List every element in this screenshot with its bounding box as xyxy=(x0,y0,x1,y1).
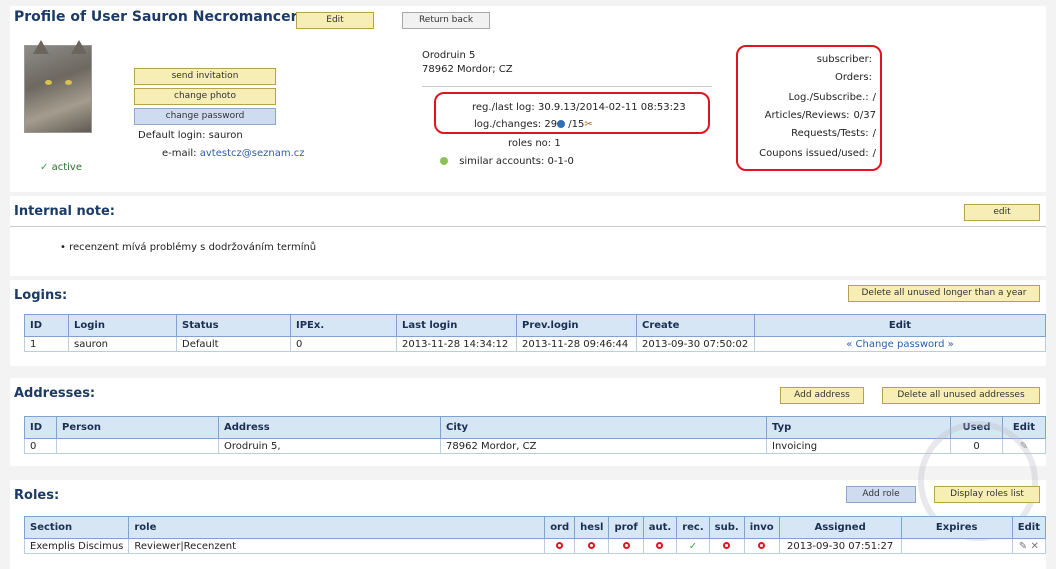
table-row: Exemplis Discimus Reviewer|Recenzent ✓ 2… xyxy=(23,538,1047,554)
stat-label: Requests/Tests: xyxy=(791,128,869,139)
stat-label: Coupons issued/used: xyxy=(759,148,869,159)
send-invitation-button[interactable]: send invitation xyxy=(134,68,276,85)
roles-panel: Roles: Add role Display roles list Secti… xyxy=(10,421,1047,569)
table-header-row: Section role ord hesl prof aut. rec. sub… xyxy=(23,516,1047,539)
check-icon: ✓ xyxy=(40,162,49,173)
stat-row: Orders: xyxy=(835,72,876,83)
add-address-button[interactable]: Add address xyxy=(780,387,864,404)
reg-last-log-row: reg./last log: 30.9.13/2014-02-11 08:53:… xyxy=(472,102,686,113)
stat-value: / xyxy=(872,148,876,159)
no-permission-icon xyxy=(622,541,630,549)
table-row: 0 Orodruin 5, 78962 Mordor, CZ Invoicing… xyxy=(24,438,1046,454)
similar-accounts-icon xyxy=(440,157,448,165)
roles-title: Roles: xyxy=(14,488,60,503)
stat-row: subscriber: xyxy=(817,54,876,65)
log-changes-row: log./changes: 29 /15✂ xyxy=(474,119,593,130)
change-password-link[interactable]: « Change password » xyxy=(754,336,1046,352)
check-icon: ✓ xyxy=(688,540,698,552)
status-label: active xyxy=(51,162,82,173)
similar-accounts-row: similar accounts: 0-1-0 xyxy=(440,156,574,167)
pencil-icon[interactable]: ✎ xyxy=(1019,541,1027,552)
no-permission-icon xyxy=(656,541,664,549)
page-title: Profile of User Sauron Necromancer xyxy=(14,9,298,25)
status-badge: ✓ active xyxy=(40,162,82,173)
stat-label: subscriber: xyxy=(816,54,872,65)
stat-row: Requests/Tests: / xyxy=(791,128,876,139)
add-role-button[interactable]: Add role xyxy=(846,486,916,503)
logins-table: ID Login Status IPEx. Last login Prev.lo… xyxy=(24,314,1046,352)
addresses-panel: Addresses: Add address Delete all unused… xyxy=(10,378,1046,466)
table-row: 1 sauron Default 0 2013-11-28 14:34:12 2… xyxy=(24,336,1046,352)
display-roles-list-button[interactable]: Display roles list xyxy=(934,486,1040,503)
stat-value: / xyxy=(872,128,876,139)
no-permission-icon xyxy=(588,541,596,549)
stat-value: / xyxy=(872,92,876,103)
delete-icon[interactable]: ✕ xyxy=(1030,541,1038,552)
stat-label: Orders: xyxy=(835,72,872,83)
table-header-row: ID Login Status IPEx. Last login Prev.lo… xyxy=(24,314,1046,337)
edit-profile-button[interactable]: Edit xyxy=(296,12,374,29)
note-divider xyxy=(10,226,1046,227)
note-item: • recenzent mívá problémy s dodržováním … xyxy=(60,242,317,253)
roles-no-row: roles no: 1 xyxy=(508,138,561,149)
delete-unused-addresses-button[interactable]: Delete all unused addresses xyxy=(882,387,1040,404)
default-login-row: Default login: sauron xyxy=(138,130,243,141)
stat-row: Log./Subscribe.: / xyxy=(789,92,876,103)
addresses-title: Addresses: xyxy=(14,386,96,401)
addresses-table: ID Person Address City Typ Used Edit 0 O… xyxy=(24,416,1046,454)
stat-label: Log./Subscribe.: xyxy=(788,92,869,103)
logins-title: Logins: xyxy=(14,288,68,303)
change-photo-button[interactable]: change photo xyxy=(134,88,276,105)
stat-value: 0/37 xyxy=(853,110,876,121)
no-permission-icon xyxy=(556,541,564,549)
user-photo xyxy=(24,40,92,133)
delete-unused-logins-button[interactable]: Delete all unused longer than a year xyxy=(848,285,1040,302)
return-back-button[interactable]: Return back xyxy=(402,12,490,29)
email-row: e-mail: avtestcz@seznam.cz xyxy=(162,148,305,159)
edit-note-button[interactable]: edit xyxy=(964,204,1040,221)
stat-row: Coupons issued/used: / xyxy=(759,148,876,159)
internal-note-panel: Internal note: edit • recenzent mívá pro… xyxy=(10,196,1046,276)
email-link[interactable]: avtestcz@seznam.cz xyxy=(200,148,305,159)
change-password-button[interactable]: change password xyxy=(134,108,276,125)
table-header-row: ID Person Address City Typ Used Edit xyxy=(24,416,1046,439)
logins-panel: Logins: Delete all unused longer than a … xyxy=(10,280,1046,366)
profile-panel: Profile of User Sauron Necromancer Edit … xyxy=(10,6,1046,192)
tools-icon: ✂ xyxy=(584,119,593,130)
stat-label: Articles/Reviews: xyxy=(764,110,850,121)
address-line2: 78962 Mordor; CZ xyxy=(422,64,513,75)
address-line1: Orodruin 5 xyxy=(422,50,476,61)
globe-icon xyxy=(557,120,566,128)
address-divider xyxy=(422,86,712,87)
no-permission-icon xyxy=(758,541,766,549)
stat-row: Articles/Reviews: 0/37 xyxy=(765,110,876,121)
roles-table: Section role ord hesl prof aut. rec. sub… xyxy=(23,516,1047,554)
internal-note-title: Internal note: xyxy=(14,204,115,219)
no-permission-icon xyxy=(723,541,731,549)
